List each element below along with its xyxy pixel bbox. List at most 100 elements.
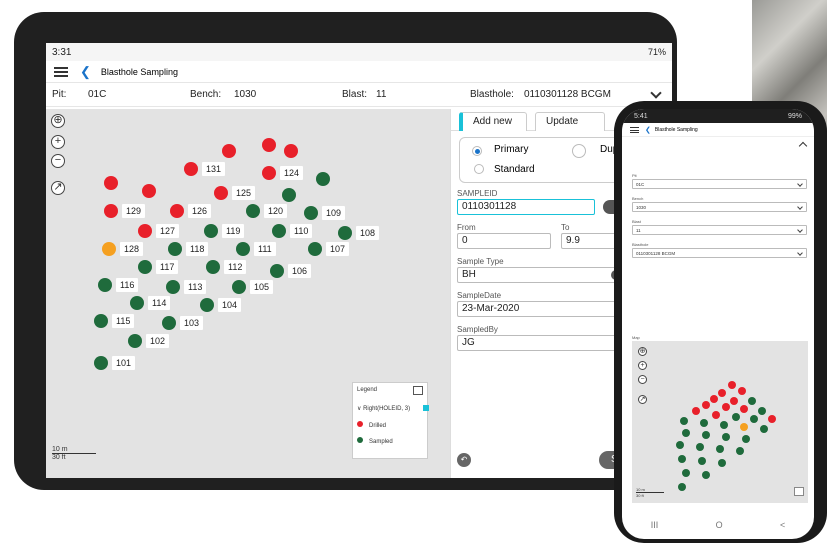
blasthole-marker[interactable] bbox=[128, 334, 142, 348]
sample-date-input[interactable]: 23-Mar-2020 bbox=[457, 301, 633, 317]
phone-blasthole-marker[interactable] bbox=[736, 447, 744, 455]
radio-duplicate[interactable] bbox=[572, 144, 586, 158]
blasthole-marker[interactable] bbox=[206, 260, 220, 274]
phone-blasthole-marker[interactable] bbox=[740, 405, 748, 413]
blasthole-marker[interactable] bbox=[184, 162, 198, 176]
zoom-out-icon[interactable]: − bbox=[51, 154, 65, 168]
blasthole-marker[interactable] bbox=[246, 204, 260, 218]
phone-blasthole-marker[interactable] bbox=[758, 407, 766, 415]
legend-layer[interactable]: ∨ Right(HOLEID, 3) bbox=[357, 405, 410, 412]
blasthole-marker[interactable] bbox=[94, 314, 108, 328]
phone-zoom-out-icon[interactable]: − bbox=[638, 375, 647, 384]
phone-pit-select[interactable]: 01C bbox=[632, 179, 807, 189]
phone-blasthole-marker[interactable] bbox=[702, 431, 710, 439]
blasthole-marker[interactable] bbox=[104, 204, 118, 218]
phone-blasthole-marker[interactable] bbox=[680, 417, 688, 425]
blasthole-marker[interactable] bbox=[200, 298, 214, 312]
sample-type-input[interactable]: BH bbox=[457, 267, 633, 283]
chevron-down-icon[interactable] bbox=[650, 87, 662, 99]
recents-button[interactable]: III bbox=[651, 520, 659, 530]
blasthole-marker[interactable] bbox=[168, 242, 182, 256]
phone-blasthole-marker[interactable] bbox=[722, 403, 730, 411]
phone-blasthole-marker[interactable] bbox=[722, 433, 730, 441]
from-input[interactable]: 0 bbox=[457, 233, 551, 249]
phone-map-view[interactable]: ⊕ + − ↗ 10 m 30 ft bbox=[632, 341, 808, 503]
layer-toggle-icon[interactable] bbox=[423, 405, 429, 411]
phone-blasthole-marker[interactable] bbox=[728, 381, 736, 389]
bench-value[interactable]: 1030 bbox=[234, 89, 256, 100]
back-arrow-icon[interactable]: ❮ bbox=[80, 65, 91, 78]
sampled-by-input[interactable]: JG bbox=[457, 335, 633, 351]
blasthole-marker[interactable] bbox=[304, 206, 318, 220]
legend-collapse-icon[interactable] bbox=[413, 386, 423, 395]
zoom-in-icon[interactable]: + bbox=[51, 135, 65, 149]
blasthole-marker[interactable] bbox=[138, 260, 152, 274]
tab-update[interactable]: Update bbox=[535, 112, 605, 131]
blasthole-marker[interactable] bbox=[98, 278, 112, 292]
phone-blast-select[interactable]: 11 bbox=[632, 225, 807, 235]
blasthole-marker[interactable] bbox=[282, 188, 296, 202]
phone-blasthole-marker[interactable] bbox=[682, 469, 690, 477]
phone-blasthole-marker[interactable] bbox=[702, 401, 710, 409]
blasthole-marker[interactable] bbox=[104, 176, 118, 190]
phone-blasthole-marker[interactable] bbox=[682, 429, 690, 437]
phone-blasthole-marker[interactable] bbox=[768, 415, 776, 423]
undo-icon[interactable]: ↶ bbox=[457, 453, 471, 467]
blasthole-marker[interactable] bbox=[338, 226, 352, 240]
blasthole-marker[interactable] bbox=[316, 172, 330, 186]
home-button[interactable]: O bbox=[716, 520, 723, 530]
blasthole-value[interactable]: 0110301128 BCGM bbox=[524, 89, 611, 100]
phone-blasthole-marker[interactable] bbox=[710, 395, 718, 403]
blasthole-marker[interactable] bbox=[130, 296, 144, 310]
phone-blasthole-marker[interactable] bbox=[740, 423, 748, 431]
phone-blasthole-marker[interactable] bbox=[698, 457, 706, 465]
blasthole-marker[interactable] bbox=[222, 144, 236, 158]
blasthole-marker[interactable] bbox=[262, 166, 276, 180]
phone-blasthole-marker[interactable] bbox=[702, 471, 710, 479]
phone-blasthole-marker[interactable] bbox=[750, 415, 758, 423]
phone-bench-select[interactable]: 1030 bbox=[632, 202, 807, 212]
blasthole-marker[interactable] bbox=[102, 242, 116, 256]
phone-blasthole-marker[interactable] bbox=[700, 419, 708, 427]
phone-hamburger-icon[interactable] bbox=[630, 126, 639, 133]
phone-blasthole-marker[interactable] bbox=[716, 445, 724, 453]
tab-add-new[interactable]: Add new bbox=[459, 112, 527, 131]
blasthole-marker[interactable] bbox=[262, 138, 276, 152]
phone-blasthole-marker[interactable] bbox=[718, 389, 726, 397]
phone-blasthole-marker[interactable] bbox=[712, 411, 720, 419]
phone-back-icon[interactable]: ❮ bbox=[645, 126, 651, 134]
blasthole-marker[interactable] bbox=[236, 242, 250, 256]
back-button[interactable]: < bbox=[780, 520, 785, 530]
phone-blasthole-select[interactable]: 0110301128 BCGM bbox=[632, 248, 807, 258]
blasthole-marker[interactable] bbox=[170, 204, 184, 218]
phone-collapse-icon[interactable] bbox=[798, 141, 808, 151]
blasthole-marker[interactable] bbox=[284, 144, 298, 158]
blasthole-marker[interactable] bbox=[142, 184, 156, 198]
phone-export-icon[interactable]: ↗ bbox=[638, 395, 647, 404]
blasthole-marker[interactable] bbox=[204, 224, 218, 238]
map-view[interactable]: ⊕ + − ↗ 131 124 125 129 126 120 109 127 119 110 10… bbox=[46, 109, 450, 478]
blasthole-marker[interactable] bbox=[232, 280, 246, 294]
pit-value[interactable]: 01C bbox=[88, 89, 106, 100]
blasthole-marker[interactable] bbox=[214, 186, 228, 200]
blasthole-marker[interactable] bbox=[162, 316, 176, 330]
phone-blasthole-marker[interactable] bbox=[696, 443, 704, 451]
phone-blasthole-marker[interactable] bbox=[718, 459, 726, 467]
phone-blasthole-marker[interactable] bbox=[692, 407, 700, 415]
radio-standard[interactable] bbox=[474, 164, 484, 174]
blasthole-marker[interactable] bbox=[308, 242, 322, 256]
phone-blasthole-marker[interactable] bbox=[678, 483, 686, 491]
radio-primary[interactable] bbox=[472, 146, 482, 156]
phone-blasthole-marker[interactable] bbox=[676, 441, 684, 449]
blasthole-marker[interactable] bbox=[138, 224, 152, 238]
phone-blasthole-marker[interactable] bbox=[760, 425, 768, 433]
blasthole-marker[interactable] bbox=[272, 224, 286, 238]
phone-blasthole-marker[interactable] bbox=[678, 455, 686, 463]
hamburger-menu-icon[interactable] bbox=[54, 66, 68, 77]
phone-blasthole-marker[interactable] bbox=[730, 397, 738, 405]
blasthole-marker[interactable] bbox=[166, 280, 180, 294]
phone-blasthole-marker[interactable] bbox=[742, 435, 750, 443]
phone-blasthole-marker[interactable] bbox=[720, 421, 728, 429]
blasthole-marker[interactable] bbox=[270, 264, 284, 278]
sampleid-input[interactable]: 0110301128 bbox=[457, 199, 595, 215]
